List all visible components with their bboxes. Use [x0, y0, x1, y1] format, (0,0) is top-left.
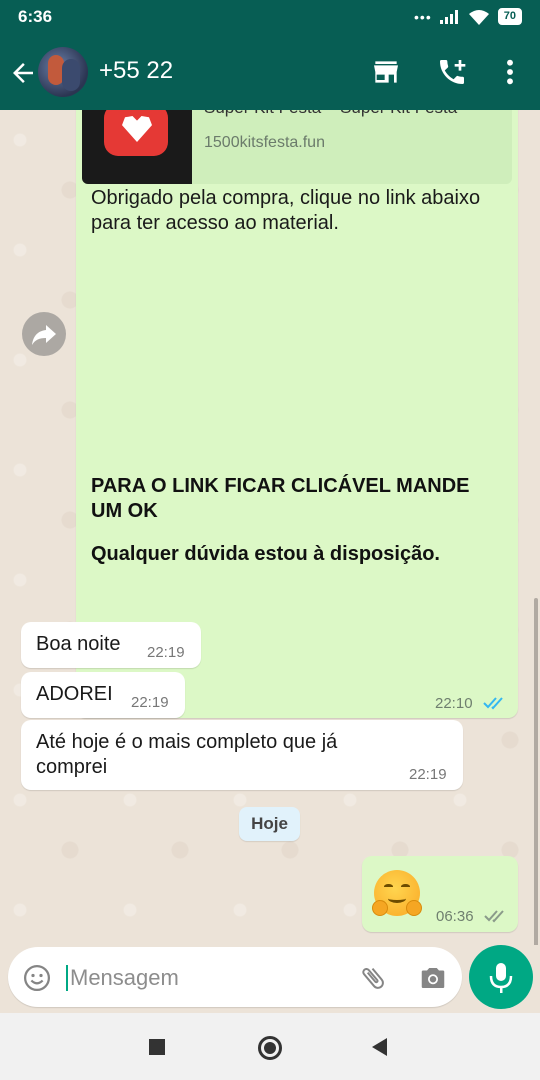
message-time: 22:19	[409, 766, 447, 783]
recents-button[interactable]	[149, 1039, 165, 1055]
message-bold-line: PARA O LINK FICAR CLICÁVEL MANDE UM OK	[91, 475, 470, 522]
read-ticks-icon	[483, 697, 503, 710]
battery-icon: 70	[497, 8, 522, 25]
more-vert-icon[interactable]	[494, 56, 526, 88]
signal-icon	[439, 9, 458, 24]
home-button[interactable]	[258, 1036, 282, 1060]
back-button[interactable]	[372, 1038, 387, 1056]
message-input[interactable]: Mensagem	[66, 965, 179, 991]
add-call-icon[interactable]	[436, 56, 468, 88]
camera-icon[interactable]	[418, 963, 448, 993]
incoming-message[interactable]: Boa noite 22:19	[21, 622, 201, 668]
mic-button[interactable]	[469, 945, 533, 1009]
system-nav-bar	[0, 1013, 540, 1080]
attach-icon[interactable]	[358, 963, 388, 993]
status-time: 6:36	[18, 7, 53, 26]
scrollbar[interactable]	[534, 598, 538, 945]
message-time: 22:10	[435, 695, 473, 712]
chat-area[interactable]: Super Kit Festa – Super Kit Festa 1500ki…	[0, 110, 540, 945]
status-icons: ••• 70	[414, 8, 522, 25]
delivered-ticks-icon	[484, 910, 504, 923]
forward-icon	[32, 325, 56, 345]
message-text: ADOREI	[36, 683, 113, 705]
store-icon[interactable]	[370, 56, 402, 88]
composer-row: Mensagem	[0, 945, 540, 1013]
message-text: Até hoje é o mais completo que já compre…	[36, 731, 338, 778]
chat-header: +55 22	[0, 34, 540, 110]
contact-name[interactable]: +55 22	[99, 57, 173, 85]
forward-button[interactable]	[22, 312, 66, 356]
outgoing-message[interactable]: 06:36	[362, 856, 518, 932]
message-bold-line: Qualquer dúvida estou à disposição.	[91, 543, 440, 565]
message-time: 06:36	[436, 908, 474, 925]
link-title: Super Kit Festa – Super Kit Festa	[204, 110, 457, 118]
link-preview[interactable]: Super Kit Festa – Super Kit Festa 1500ki…	[82, 110, 512, 184]
mic-icon	[489, 963, 513, 993]
link-thumbnail	[82, 110, 192, 184]
message-text: Boa noite	[36, 633, 121, 655]
message-input-container[interactable]: Mensagem	[8, 947, 462, 1007]
incoming-message[interactable]: ADOREI 22:19	[21, 672, 185, 718]
avatar[interactable]	[38, 47, 88, 97]
emoji-icon[interactable]	[22, 963, 52, 993]
date-divider: Hoje	[239, 807, 300, 841]
message-text: Obrigado pela compra, clique no link aba…	[91, 187, 481, 234]
message-time: 22:19	[131, 694, 169, 711]
hugging-face-emoji	[372, 870, 422, 916]
back-arrow-icon[interactable]	[8, 58, 38, 88]
dots-icon: •••	[414, 8, 432, 25]
status-bar: 6:36 ••• 70	[0, 0, 540, 34]
incoming-message[interactable]: Até hoje é o mais completo que já compre…	[21, 720, 463, 790]
wifi-icon	[468, 9, 489, 25]
message-time: 22:19	[147, 644, 185, 661]
link-domain: 1500kitsfesta.fun	[204, 134, 325, 151]
